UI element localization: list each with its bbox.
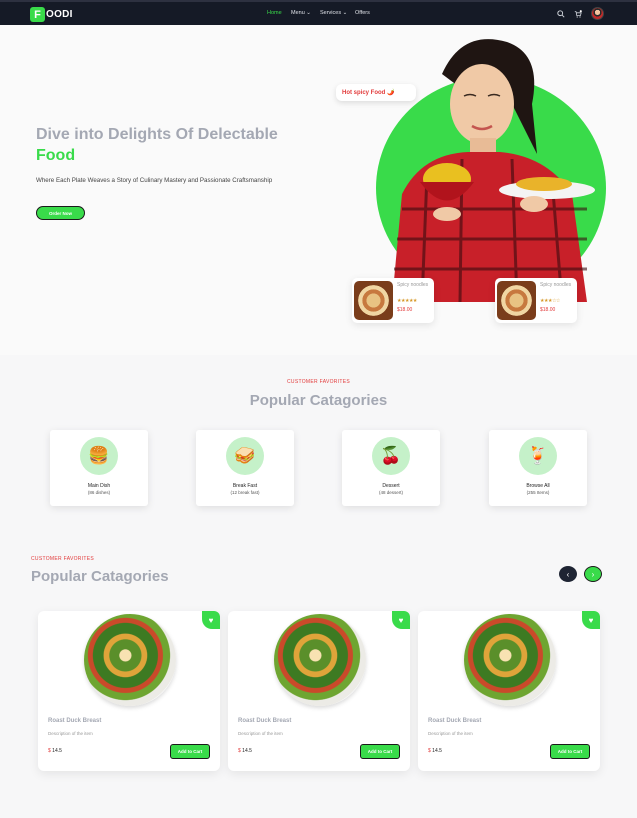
heart-icon[interactable]: ♥	[202, 611, 220, 629]
heart-icon[interactable]: ♥	[582, 611, 600, 629]
cart-icon[interactable]	[574, 10, 582, 18]
logo-mark: F	[30, 7, 45, 22]
food-description: Description of the item	[48, 731, 93, 736]
food-card[interactable]: ♥ Roast Duck Breast Description of the i…	[38, 611, 220, 771]
section-heading: Popular Catagories	[31, 568, 169, 585]
food-price: $ 14.5	[48, 748, 62, 754]
category-card-browse-all[interactable]: 🍹 Browse All (255 Items)	[489, 430, 587, 506]
burger-icon: 🍔	[80, 437, 118, 475]
category-card-dessert[interactable]: 🍒 Dessert (48 dessert)	[342, 430, 440, 506]
dish-thumbnail	[497, 281, 536, 320]
hero-person-image	[392, 39, 595, 302]
add-to-cart-button[interactable]: Add to Cart	[550, 744, 590, 759]
food-card[interactable]: ♥ Roast Duck Breast Description of the i…	[228, 611, 410, 771]
category-count: (86 dishes)	[87, 490, 111, 495]
hero-title: Dive into Delights Of Delectable	[36, 126, 278, 143]
nav-services[interactable]: Services ⌄	[320, 10, 347, 16]
carousel-prev-button[interactable]: ‹	[559, 566, 577, 582]
food-price: $ 14.5	[238, 748, 252, 754]
dish-thumbnail	[354, 281, 393, 320]
category-count: (48 dessert)	[378, 490, 403, 495]
dish-name: Spicy noodles	[540, 282, 572, 288]
section-eyebrow: CUSTOMER FAVORITES	[287, 379, 350, 385]
logo[interactable]: F OODI	[30, 7, 73, 22]
add-to-cart-button[interactable]: Add to Cart	[360, 744, 400, 759]
dessert-icon: 🍒	[372, 437, 410, 475]
food-name: Roast Duck Breast	[238, 718, 292, 724]
category-name: Dessert	[382, 483, 400, 489]
category-name: Break Fast	[232, 483, 258, 489]
salad-image	[464, 614, 556, 706]
food-description: Description of the item	[428, 731, 473, 736]
rating-stars: ★★★★★	[397, 298, 417, 304]
section-heading: Popular Catagories	[249, 392, 388, 409]
category-count: (255 Items)	[526, 490, 550, 495]
top-navbar: F OODI Home Menu ⌄ Services ⌄ Offers	[0, 0, 637, 25]
hero-title-highlight: Food	[36, 147, 76, 164]
category-name: Browse All	[526, 483, 550, 489]
food-card[interactable]: ♥ Roast Duck Breast Description of the i…	[418, 611, 600, 771]
food-price: $ 14.5	[428, 748, 442, 754]
mini-dish-card[interactable]: Spicy noodles ★★★☆☆ $18.00	[495, 278, 577, 323]
avatar[interactable]	[591, 7, 604, 20]
nav-menu[interactable]: Menu ⌄	[291, 10, 311, 16]
add-to-cart-button[interactable]: Add to Cart	[170, 744, 210, 759]
category-card-breakfast[interactable]: 🥪 Break Fast (12 break fast)	[196, 430, 294, 506]
dish-price: $18.00	[397, 307, 413, 313]
category-card-main-dish[interactable]: 🍔 Main Dish (86 dishes)	[50, 430, 148, 506]
food-name: Roast Duck Breast	[428, 718, 482, 724]
food-name: Roast Duck Breast	[48, 718, 102, 724]
logo-text: OODI	[46, 9, 73, 20]
dish-price: $18.00	[540, 307, 556, 313]
nav-offers[interactable]: Offers	[355, 10, 370, 16]
drink-icon: 🍹	[519, 437, 557, 475]
salad-image	[84, 614, 176, 706]
dish-name: Spicy noodles	[397, 282, 429, 288]
search-icon[interactable]	[557, 10, 565, 18]
hero-subtitle: Where Each Plate Weaves a Story of Culin…	[36, 177, 273, 184]
hot-spicy-tag: Hot spicy Food 🌶️	[336, 84, 416, 101]
heart-icon[interactable]: ♥	[392, 611, 410, 629]
order-now-button[interactable]: Order Now	[36, 206, 85, 220]
mini-dish-card[interactable]: Spicy noodles ★★★★★ $18.00	[352, 278, 434, 323]
rating-stars: ★★★☆☆	[540, 298, 560, 304]
category-count: (12 break fast)	[230, 490, 260, 495]
category-name: Main Dish	[87, 483, 111, 489]
salad-image	[274, 614, 366, 706]
carousel-next-button[interactable]: ›	[584, 566, 602, 582]
section-eyebrow: CUSTOMER FAVORITES	[31, 556, 94, 562]
food-description: Description of the item	[238, 731, 283, 736]
sandwich-icon: 🥪	[226, 437, 264, 475]
nav-home[interactable]: Home	[267, 10, 282, 16]
